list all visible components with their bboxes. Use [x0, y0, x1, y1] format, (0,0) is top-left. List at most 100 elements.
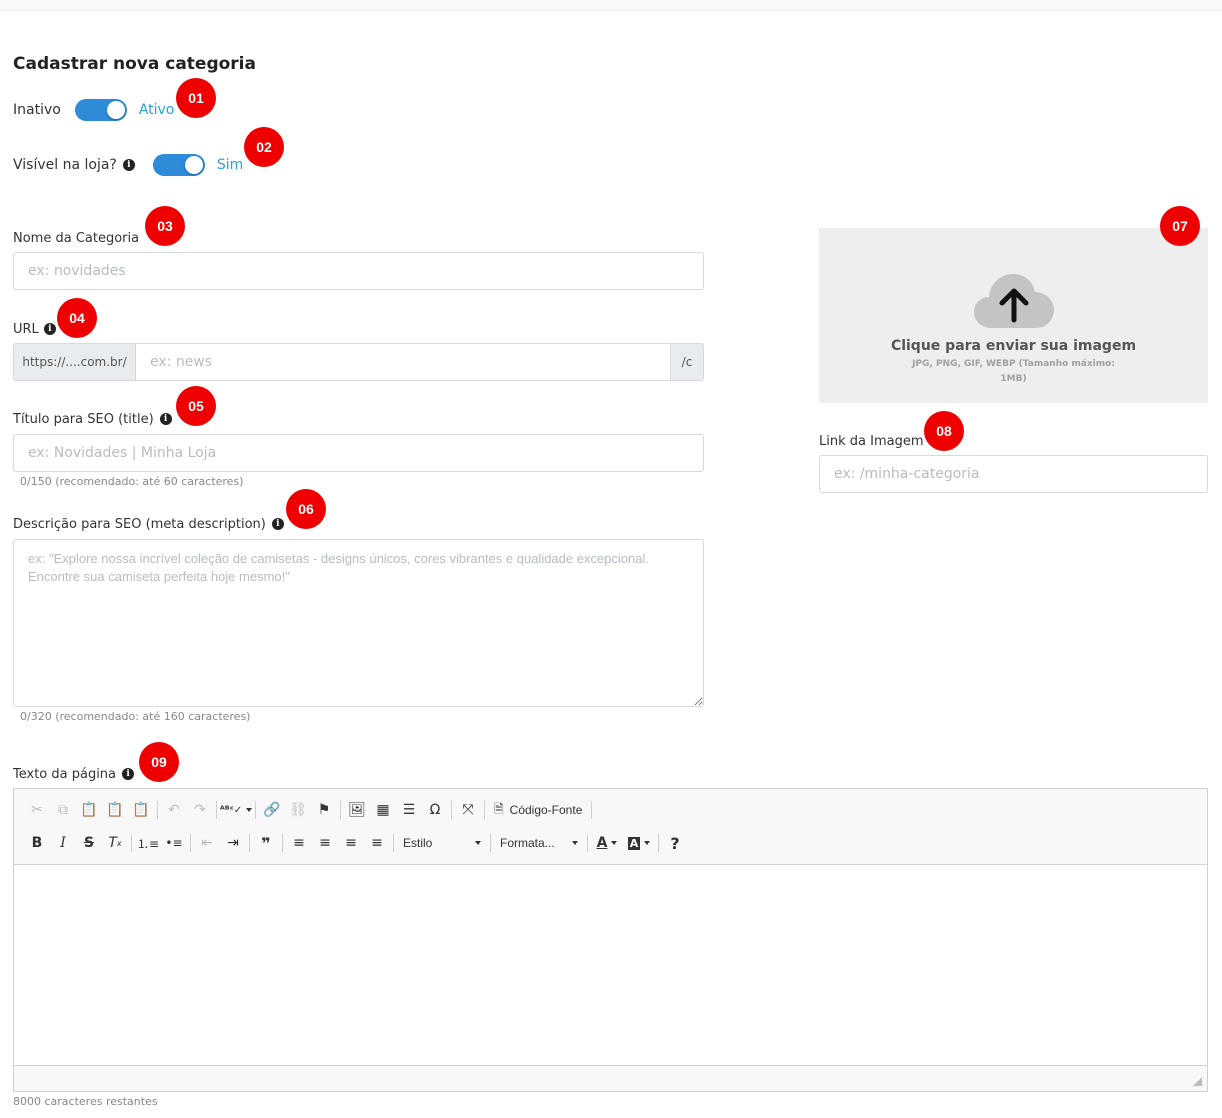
align-justify-icon[interactable]: ≡	[364, 830, 390, 856]
toolbar-separator	[249, 834, 250, 852]
top-bar	[0, 0, 1222, 11]
toolbar-separator	[451, 801, 452, 819]
outdent-icon[interactable]: ⇤	[194, 830, 220, 856]
rich-text-editor: ✂ ⧉ 📋 📋 📋 ↶ ↷ ᴬᴮᶜ✓ 🔗 ⛓ ⚑ 🖼 ▦ ☰ Ω ⤧ 🗎 Códi…	[13, 788, 1208, 1092]
bulleted-list-icon[interactable]: •≡	[161, 830, 187, 856]
align-center-icon[interactable]: ≡	[312, 830, 338, 856]
visibility-toggle[interactable]	[152, 154, 205, 176]
url-slug-input[interactable]	[135, 343, 671, 381]
source-code-label: Código-Fonte	[509, 803, 583, 817]
toggle-knob	[106, 101, 125, 119]
marker-badge-07: 07	[1160, 206, 1200, 246]
cloud-upload-icon	[973, 274, 1054, 328]
info-icon[interactable]: i	[43, 323, 56, 335]
name-label-row: Nome da Categoria	[13, 229, 139, 247]
spellcheck-icon[interactable]: ᴬᴮᶜ✓	[220, 797, 253, 823]
toolbar-row-1: ✂ ⧉ 📋 📋 📋 ↶ ↷ ᴬᴮᶜ✓ 🔗 ⛓ ⚑ 🖼 ▦ ☰ Ω ⤧ 🗎 Códi…	[24, 797, 595, 823]
seo-description-textarea[interactable]	[13, 539, 704, 707]
style-dropdown-label: Estilo	[403, 836, 433, 850]
numbered-list-icon[interactable]: ⒈≡	[135, 830, 161, 856]
seo-description-label: Descrição para SEO (meta description)	[13, 516, 266, 532]
style-dropdown[interactable]: Estilo	[397, 830, 487, 856]
status-off-label: Inativo	[13, 102, 61, 118]
toolbar-separator	[190, 834, 191, 852]
background-color-icon[interactable]: A	[623, 830, 655, 856]
copy-icon[interactable]: ⧉	[50, 797, 76, 823]
info-icon[interactable]: i	[271, 518, 284, 530]
image-link-label-row: Link da Imagem	[819, 432, 923, 450]
toolbar-row-2: B I S Tx ⒈≡ •≡ ⇤ ⇥ ❞ ≡ ≡ ≡ ≡ Estilo Form…	[24, 830, 688, 856]
toggle-knob	[184, 156, 203, 174]
info-icon[interactable]: i	[122, 768, 135, 780]
align-left-icon[interactable]: ≡	[286, 830, 312, 856]
upload-title: Clique para enviar sua imagem	[890, 338, 1137, 354]
status-row: Inativo Ativo	[13, 99, 174, 121]
undo-icon[interactable]: ↶	[161, 797, 187, 823]
link-icon[interactable]: 🔗	[259, 797, 285, 823]
remove-format-icon[interactable]: Tx	[102, 830, 128, 856]
format-dropdown[interactable]: Formata...	[494, 830, 584, 856]
visibility-on-label: Sim	[216, 157, 244, 173]
strikethrough-icon[interactable]: S	[76, 830, 102, 856]
page-title: Cadastrar nova categoria	[13, 54, 256, 74]
horizontal-line-icon[interactable]: ☰	[396, 797, 422, 823]
status-toggle[interactable]	[74, 99, 127, 121]
image-link-label: Link da Imagem	[819, 433, 924, 449]
toolbar-separator	[157, 801, 158, 819]
marker-badge-08: 08	[924, 411, 964, 451]
indent-icon[interactable]: ⇥	[220, 830, 246, 856]
seo-description-counter: 0/320 (recomendado: até 160 caracteres)	[20, 710, 251, 723]
visibility-label: Visível na loja?	[13, 157, 117, 173]
visibility-row: Visível na loja? i Sim	[13, 154, 243, 176]
marker-badge-05: 05	[176, 386, 216, 426]
image-upload-dropzone[interactable]: Clique para enviar sua imagem JPG, PNG, …	[819, 228, 1208, 403]
maximize-icon[interactable]: ⤧	[455, 797, 481, 823]
paste-text-icon[interactable]: 📋	[102, 797, 128, 823]
blockquote-icon[interactable]: ❞	[253, 830, 279, 856]
align-right-icon[interactable]: ≡	[338, 830, 364, 856]
seo-title-label: Título para SEO (title)	[13, 411, 154, 427]
url-prefix: https://....com.br/	[13, 343, 135, 381]
redo-icon[interactable]: ↷	[187, 797, 213, 823]
paste-icon[interactable]: 📋	[76, 797, 102, 823]
category-name-input[interactable]	[13, 252, 704, 290]
italic-icon[interactable]: I	[50, 830, 76, 856]
format-dropdown-label: Formata...	[500, 836, 555, 850]
help-icon[interactable]: ?	[662, 830, 688, 856]
url-suffix: /c	[671, 343, 704, 381]
editor-content-area[interactable]	[14, 865, 1207, 1065]
image-link-input[interactable]	[819, 455, 1208, 493]
toolbar-separator	[393, 834, 394, 852]
editor-footer	[14, 1065, 1207, 1091]
info-icon[interactable]: i	[159, 413, 172, 425]
chevron-down-icon	[475, 841, 481, 845]
toolbar-separator	[216, 801, 217, 819]
toolbar-separator	[131, 834, 132, 852]
paste-word-icon[interactable]: 📋	[128, 797, 154, 823]
url-label: URL	[13, 321, 39, 337]
text-color-icon[interactable]: A	[591, 830, 623, 856]
toolbar-separator	[255, 801, 256, 819]
resize-grip-icon[interactable]	[1193, 1077, 1202, 1086]
toolbar-separator	[282, 834, 283, 852]
marker-badge-04: 04	[57, 298, 97, 338]
toolbar-separator	[587, 834, 588, 852]
toolbar-separator	[484, 801, 485, 819]
special-char-icon[interactable]: Ω	[422, 797, 448, 823]
seo-title-input[interactable]	[13, 434, 704, 472]
chevron-down-icon	[572, 841, 578, 845]
table-icon[interactable]: ▦	[370, 797, 396, 823]
toolbar-separator	[658, 834, 659, 852]
page-text-label-row: Texto da página i	[13, 765, 135, 783]
url-input-group: https://....com.br/ /c	[13, 343, 704, 381]
unlink-icon[interactable]: ⛓	[285, 797, 311, 823]
bold-icon[interactable]: B	[24, 830, 50, 856]
source-code-icon: 🗎	[494, 801, 504, 816]
page-text-label: Texto da página	[13, 766, 117, 782]
cut-icon[interactable]: ✂	[24, 797, 50, 823]
source-code-button[interactable]: 🗎 Código-Fonte	[488, 797, 588, 823]
anchor-flag-icon[interactable]: ⚑	[311, 797, 337, 823]
info-icon[interactable]: i	[122, 159, 135, 171]
image-icon[interactable]: 🖼	[344, 797, 370, 823]
seo-title-counter: 0/150 (recomendado: até 60 caracteres)	[20, 475, 244, 488]
